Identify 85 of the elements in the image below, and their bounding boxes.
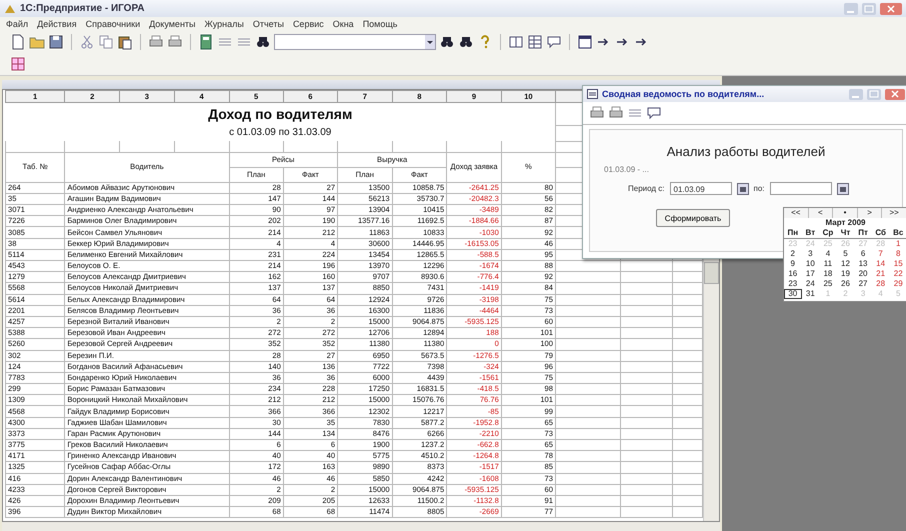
calendar-day[interactable]: 21 [872,269,890,279]
calendar-day[interactable]: 6 [854,249,872,259]
calendar-nav-button[interactable]: > [858,208,882,218]
calendar-day[interactable]: 18 [819,269,837,279]
weekday-label: Пт [854,228,872,239]
report-title: Доход по водителям [208,106,352,122]
form-heading: Анализ работы водителей [666,144,826,159]
calendar-day[interactable]: 30 [784,289,802,299]
calendar-day[interactable]: 9 [784,259,802,269]
weekday-label: Ср [819,228,837,239]
calendar-day[interactable]: 1 [889,239,906,249]
calendar-nav-button[interactable]: << [784,208,809,218]
binoculars-icon[interactable] [439,34,455,50]
binoculars-icon[interactable] [255,34,271,50]
calendar-day[interactable]: 31 [802,289,820,299]
calendar-day[interactable]: 17 [802,269,820,279]
close-icon[interactable] [885,88,905,100]
window-title: 1С:Предприятие - ИГОРА [20,3,144,14]
menu-item[interactable]: Журналы [204,19,244,29]
close-icon[interactable] [880,2,902,14]
window-icon[interactable] [577,34,593,50]
calendar-day[interactable]: 13 [854,259,872,269]
paste-icon[interactable] [117,34,133,50]
table-icon[interactable] [527,34,543,50]
weekday-label: Пн [784,228,802,239]
field-label: по: [754,184,765,193]
calendar-day[interactable]: 12 [836,259,854,269]
date-field[interactable] [770,182,832,195]
calendar-day[interactable]: 5 [836,249,854,259]
calendar-day[interactable]: 10 [802,259,820,269]
calendar-day[interactable]: 22 [889,269,906,279]
period-summary: 01.03.09 - ... [604,165,650,174]
calendar-day[interactable]: 15 [889,259,906,269]
calendar-icon[interactable] [836,182,849,194]
report-period: с 01.03.09 по 31.03.09 [229,127,332,138]
calendar-day[interactable]: 23 [784,279,802,289]
chat-icon[interactable] [546,34,562,50]
calendar-day[interactable]: 14 [872,259,890,269]
calendar-day[interactable]: 27 [854,279,872,289]
chat-icon[interactable] [646,105,662,121]
menu-item[interactable]: Отчеты [252,19,284,29]
menu-item[interactable]: Сервис [292,19,324,29]
calendar-day[interactable]: 24 [802,279,820,289]
calendar-day[interactable]: 3 [802,249,820,259]
calendar-nav-button[interactable]: • [833,208,858,218]
calendar-icon[interactable] [736,182,749,194]
calendar-day[interactable]: 16 [784,269,802,279]
menu-item[interactable]: Справочники [86,19,140,29]
calendar-day[interactable]: 8 [889,249,906,259]
calendar-day[interactable]: 11 [819,259,837,269]
field-label: Период с: [628,184,665,193]
scrollbar-thumb[interactable] [704,262,719,284]
app-icon [4,2,16,14]
month-title: Март 2009 [824,218,866,228]
grid-icon[interactable] [10,56,26,72]
date-field[interactable]: 01.03.09 [670,182,732,195]
calendar-day[interactable]: 2 [784,249,802,259]
calendar-day[interactable]: 4 [819,249,837,259]
calendar-nav-button[interactable]: < [808,208,834,218]
menu-item[interactable]: Действия [37,19,77,29]
horizontal-scrollbar[interactable] [2,522,720,531]
binoculars-icon[interactable] [458,34,474,50]
weekday-label: Вт [802,228,820,239]
weekday-label: Чт [836,228,854,239]
menu-item[interactable]: Помощь [362,19,398,29]
document-icon[interactable] [10,34,26,50]
report-icon [587,89,598,99]
weekday-label: Вс [889,228,906,239]
menu-item[interactable]: Окна [332,19,354,29]
calendar-day[interactable]: 29 [889,279,906,289]
dialog-title: Сводная ведомость по водителям... [602,89,764,99]
menu-item[interactable]: Файл [6,19,28,29]
calendar-day[interactable]: 19 [836,269,854,279]
calendar-day[interactable]: 7 [872,249,890,259]
weekday-label: Сб [872,228,890,239]
generate-button[interactable]: Сформировать [656,209,730,227]
calendar-day[interactable]: 26 [836,279,854,289]
calendar-day[interactable]: 20 [854,269,872,279]
calendar-nav-button[interactable]: >> [882,208,906,218]
calendar-day[interactable]: 25 [819,279,837,289]
scissors-icon[interactable] [79,34,95,50]
calendar-day[interactable]: 28 [872,279,890,289]
dropdown-icon[interactable] [425,35,435,49]
menu-item[interactable]: Документы [149,19,196,29]
search-field[interactable] [274,34,436,50]
